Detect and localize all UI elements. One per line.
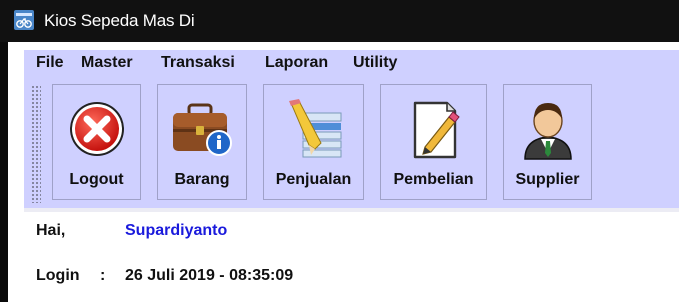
menu-master[interactable]: Master [81,54,133,72]
title-bar[interactable]: Kios Sepeda Mas Di [0,0,679,42]
main-content: Hai, Supardiyanto Login : 26 Juli 2019 -… [24,212,679,302]
greeting-label: Hai, [36,222,66,239]
pembelian-label: Pembelian [393,171,474,188]
menu-laporan[interactable]: Laporan [265,54,328,72]
barang-button[interactable]: Barang [157,84,247,200]
menu-utility[interactable]: Utility [353,54,397,72]
supplier-person-icon [523,103,572,160]
supplier-label: Supplier [515,171,580,188]
supplier-button[interactable]: Supplier [503,84,592,200]
briefcase-info-icon [173,103,232,156]
logout-icon [69,102,124,156]
barang-label: Barang [174,171,230,188]
sales-edit-icon [288,99,341,158]
logout-button[interactable]: Logout [52,84,141,200]
menu-transaksi[interactable]: Transaksi [161,54,235,72]
app-window: Kios Sepeda Mas Di File Master Transaksi… [0,0,679,302]
login-timestamp: 26 Juli 2019 - 08:35:09 [125,267,294,284]
login-label: Login [36,267,80,284]
penjualan-button[interactable]: Penjualan [263,84,364,200]
menu-bar: File Master Transaksi Laporan Utility [24,50,679,76]
toolbar: Logout Barang Penjualan Pembelian Suppli… [24,76,679,208]
pembelian-button[interactable]: Pembelian [380,84,487,200]
menu-file[interactable]: File [36,54,64,72]
window-title: Kios Sepeda Mas Di [44,11,195,30]
login-colon: : [100,267,106,284]
username-text: Supardiyanto [125,222,228,239]
penjualan-label: Penjualan [275,171,352,188]
logout-label: Logout [69,171,124,188]
toolbar-grip-handle[interactable] [31,85,41,203]
document-pencil-icon [413,101,460,159]
app-window-icon [14,10,34,30]
